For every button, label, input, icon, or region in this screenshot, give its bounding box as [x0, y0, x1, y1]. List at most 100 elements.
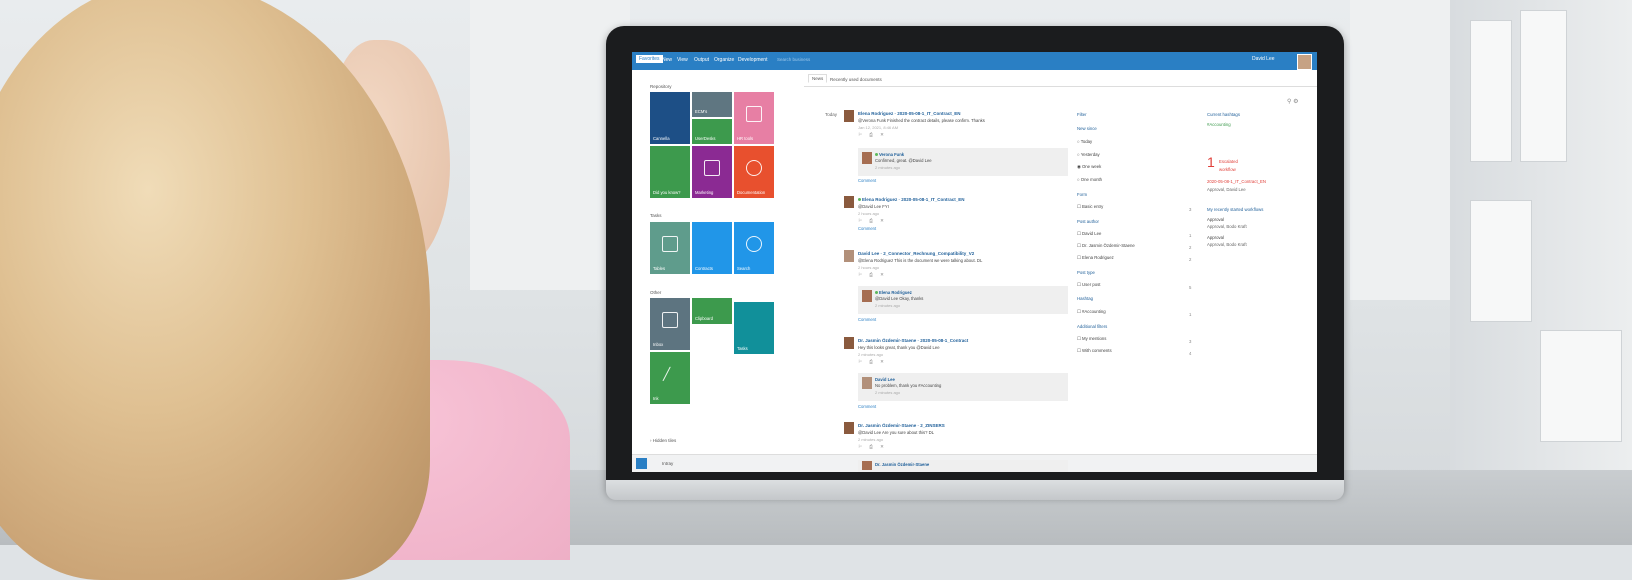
checkbox-with-comments[interactable]: ☐ With comments	[1077, 348, 1112, 354]
avatar[interactable]	[862, 461, 872, 470]
tile-cannella[interactable]: Cannella	[650, 92, 690, 144]
avatar[interactable]	[862, 377, 872, 389]
tile-contracts[interactable]: Contracts	[692, 222, 732, 274]
radio-one-week[interactable]: ◉ One week	[1077, 164, 1101, 170]
gear-icon[interactable]: ⚙	[1293, 99, 1298, 105]
post-time: 2 minutes ago	[858, 352, 884, 357]
post-header[interactable]: Dr. Jasmin Özdemir-Staene · 2_ZINSERS	[858, 423, 945, 428]
tile-panel: Repository Cannella ECM's UserDesks HR t…	[632, 70, 797, 454]
avatar[interactable]	[844, 337, 854, 349]
reply-author[interactable]: Dr. Jasmin Özdemir-Staene	[875, 462, 929, 467]
avatar[interactable]	[844, 422, 854, 434]
hashtag-link[interactable]: #Accounting	[1207, 122, 1231, 127]
avatar[interactable]	[844, 250, 854, 262]
tab-organize[interactable]: Organize	[714, 57, 734, 63]
tile-ecm[interactable]: ECM's	[692, 92, 732, 117]
comment-link[interactable]: Comment	[858, 317, 876, 322]
tile-label: HR tools	[737, 136, 754, 141]
reply-author[interactable]: David Lee	[875, 377, 895, 382]
checkbox-author-elena[interactable]: ☐ Elena Rodriguez	[1077, 255, 1114, 261]
post-body: Hey this looks great, thank you @David L…	[858, 345, 940, 350]
pen-icon: ╱	[663, 366, 671, 381]
tile-documentation[interactable]: Documentation	[734, 146, 774, 198]
post-actions[interactable]: ⚐ ⎙ ✕	[858, 359, 887, 365]
tile-inbox[interactable]: Inbox	[650, 298, 690, 350]
workflow-subtitle: Approval, Bodo Kraft	[1207, 242, 1247, 247]
tile-clipboard[interactable]: Clipboard	[692, 298, 732, 324]
post-header[interactable]: David Lee · 2_Connector_Rechnung_Compati…	[858, 251, 974, 256]
count-badge: 5	[1189, 285, 1192, 290]
avatar[interactable]	[862, 290, 872, 302]
checkbox-accounting[interactable]: ☐ #Accounting	[1077, 309, 1106, 315]
tab-news[interactable]: News	[808, 74, 828, 83]
workflow-title[interactable]: Approval	[1207, 217, 1224, 222]
tile-hr-tools[interactable]: HR tools	[734, 92, 774, 144]
tile-did-you-know[interactable]: Did you know?	[650, 146, 690, 198]
post-header[interactable]: Dr. Jasmin Özdemir-Staene · 2020-05-08-1…	[858, 338, 968, 343]
section-title-other: Other	[650, 290, 662, 295]
tile-userdesks[interactable]: UserDesks	[692, 119, 732, 144]
lightbulb-icon	[746, 159, 762, 176]
tile-label: Tables	[653, 266, 666, 271]
table-icon	[662, 235, 678, 252]
post-actions[interactable]: ⚐ ⎙ ✕	[858, 218, 887, 224]
count-badge: 2	[1189, 257, 1192, 262]
tab-favorites[interactable]: Favorites	[636, 55, 663, 63]
search-icon[interactable]: ⚲	[1287, 99, 1291, 105]
avatar[interactable]	[844, 110, 854, 122]
tile-label: Marketing	[695, 190, 714, 195]
tab-recent-documents[interactable]: Recently used documents	[830, 77, 882, 82]
radio-today[interactable]: ○ Today	[1077, 139, 1092, 144]
tab-development[interactable]: Development	[738, 57, 767, 63]
tab-output[interactable]: Output	[694, 57, 709, 63]
hashtag-heading: Hashtag	[1077, 296, 1094, 301]
hidden-tiles-toggle[interactable]: › Hidden tiles	[650, 438, 676, 443]
post-body: @Elena Rodriguez This is the document we…	[858, 258, 983, 263]
checkbox-label: Basic entry	[1082, 204, 1104, 209]
checkbox-basic-entry[interactable]: ☐ Basic entry	[1077, 204, 1103, 210]
tile-ink[interactable]: ╱ Ink	[650, 352, 690, 404]
tile-label: Cannella	[653, 136, 670, 141]
checkbox-user-post[interactable]: ☐ User post	[1077, 282, 1100, 288]
wall-panel	[1350, 0, 1450, 300]
checkbox-author-jasmin[interactable]: ☐ Dr. Jasmin Özdemir-Staene	[1077, 243, 1135, 249]
reply-body: No problem, thank you #Accounting	[875, 383, 942, 388]
checkbox-label: Elena Rodriguez	[1082, 255, 1114, 260]
user-menu-button[interactable]: David Lee	[1252, 56, 1275, 62]
search-icon	[746, 235, 762, 252]
tile-tables[interactable]: Tables	[650, 222, 690, 274]
post-actions[interactable]: ⚐ ⎙ ✕	[858, 272, 887, 278]
tab-view[interactable]: View	[677, 57, 688, 63]
avatar[interactable]	[844, 196, 854, 208]
radio-one-month[interactable]: ○ One month	[1077, 177, 1102, 182]
comment-link[interactable]: Comment	[858, 226, 876, 231]
search-input[interactable]: Search business	[777, 57, 810, 62]
tab-new[interactable]: New	[662, 57, 672, 63]
tile-marketing[interactable]: Marketing	[692, 146, 732, 198]
avatar[interactable]	[862, 152, 872, 164]
table-icon	[746, 105, 762, 122]
post-actions[interactable]: ⚐ ⎙ ✕	[858, 132, 887, 138]
reply-author[interactable]: Elena Rodriguez	[875, 290, 912, 295]
count-badge: 1	[1189, 233, 1192, 238]
post-actions[interactable]: ⚐ ⎙ ✕	[858, 444, 887, 450]
checkbox-label: With comments	[1082, 348, 1112, 353]
intray-link[interactable]: Intray	[662, 461, 673, 466]
workflow-title[interactable]: Approval	[1207, 235, 1224, 240]
radio-yesterday[interactable]: ○ Yesterday	[1077, 152, 1100, 157]
reply-author[interactable]: Verona Funk	[875, 152, 904, 157]
tile-search[interactable]: Search	[734, 222, 774, 274]
checkbox-author-david[interactable]: ☐ David Lee	[1077, 231, 1101, 237]
escalated-document-link[interactable]: 2020-05-08-1_IT_Contract_EN	[1207, 179, 1266, 184]
monitor-chin	[606, 480, 1344, 500]
avatar[interactable]	[1297, 54, 1312, 70]
comment-link[interactable]: Comment	[858, 178, 876, 183]
tile-tasks[interactable]: Tasks	[734, 302, 774, 354]
apps-grid-icon[interactable]	[636, 458, 647, 469]
binder	[1470, 20, 1512, 162]
additional-filters-heading: Additional filters	[1077, 324, 1108, 329]
checkbox-my-mentions[interactable]: ☐ My mentions	[1077, 336, 1106, 342]
post-header[interactable]: Elena Rodriguez · 2020-05-08-1_IT_Contra…	[858, 197, 965, 202]
post-header[interactable]: Elena Rodriguez · 2020-05-08-1_IT_Contra…	[858, 111, 961, 116]
comment-link[interactable]: Comment	[858, 404, 876, 409]
